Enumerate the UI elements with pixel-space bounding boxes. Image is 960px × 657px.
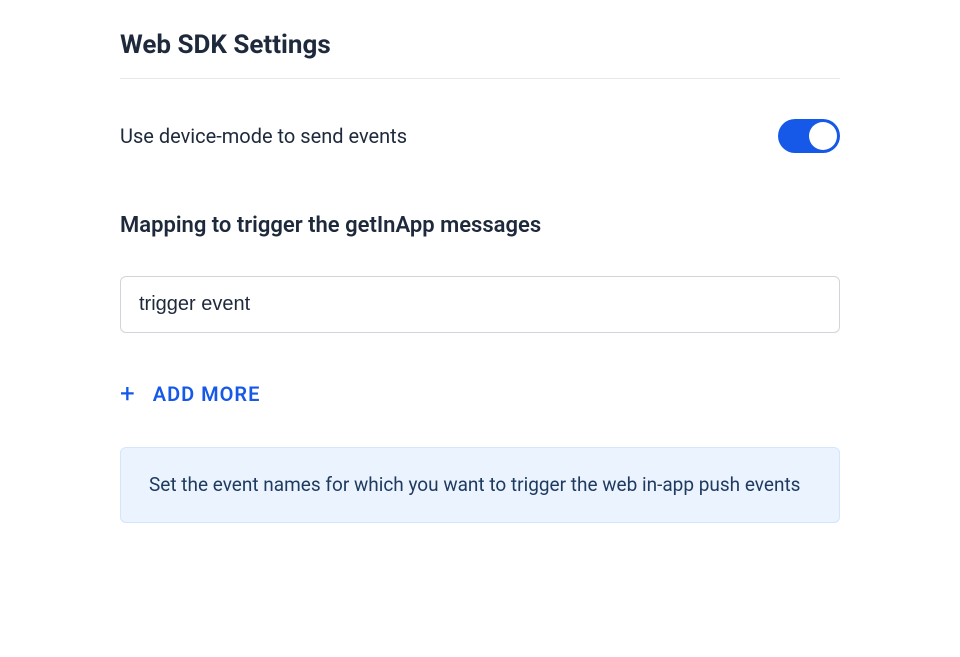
plus-icon: + xyxy=(120,381,135,407)
device-mode-toggle-label: Use device-mode to send events xyxy=(120,124,407,148)
section-title: Web SDK Settings xyxy=(120,30,840,60)
add-more-button[interactable]: + ADD MORE xyxy=(120,381,840,407)
trigger-event-input[interactable] xyxy=(120,276,840,333)
toggle-knob xyxy=(809,122,837,150)
device-mode-toggle[interactable] xyxy=(778,119,840,153)
section-divider xyxy=(120,78,840,79)
info-text: Set the event names for which you want t… xyxy=(149,470,811,500)
mapping-section-label: Mapping to trigger the getInApp messages xyxy=(120,213,840,238)
add-more-label: ADD MORE xyxy=(153,382,261,406)
info-box: Set the event names for which you want t… xyxy=(120,447,840,523)
device-mode-toggle-row: Use device-mode to send events xyxy=(120,119,840,153)
